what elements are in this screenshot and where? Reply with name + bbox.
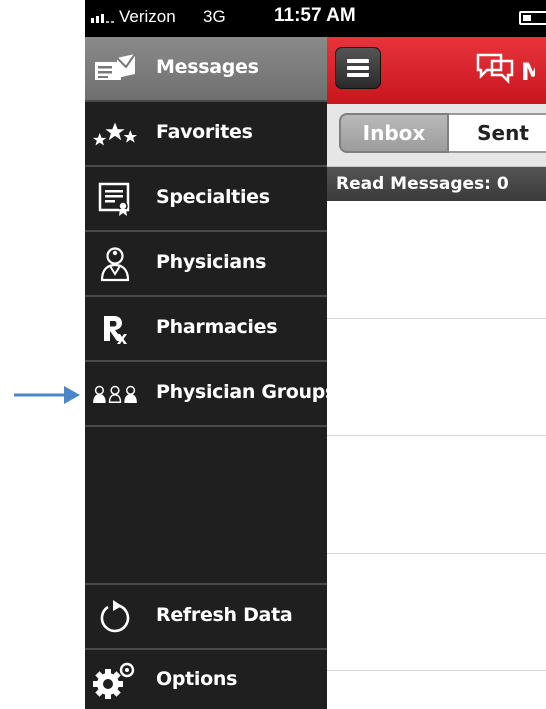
sidebar-item-label: Specialties xyxy=(156,186,270,208)
sidebar-item-pharmacies[interactable]: Pharmacies xyxy=(85,297,327,362)
sidebar-item-label: Physician Groups xyxy=(156,381,337,403)
list-divider xyxy=(327,435,546,436)
read-messages-header: Read Messages: 0 xyxy=(327,167,546,201)
read-messages-count: Read Messages: 0 xyxy=(336,174,509,194)
sidebar-item-refresh-data[interactable]: Refresh Data xyxy=(85,583,327,650)
phone-screen: Verizon 3G 11:57 AM Messages Favorites S… xyxy=(85,0,546,709)
sidebar-item-label: Options xyxy=(156,668,238,690)
sidebar-item-messages[interactable]: Messages xyxy=(85,37,327,102)
physician-icon xyxy=(93,242,137,286)
sidebar-item-label: Favorites xyxy=(156,121,253,143)
list-divider xyxy=(327,553,546,554)
sidebar-item-options[interactable]: Options xyxy=(85,649,327,709)
signal-icon xyxy=(91,9,114,23)
annotation-arrow-icon xyxy=(14,386,80,404)
navigation-bar: M xyxy=(327,37,546,104)
app-title-fragment: M xyxy=(521,58,535,86)
clock: 11:57 AM xyxy=(274,5,356,26)
tab-sent[interactable]: Sent xyxy=(449,113,546,153)
sidebar-item-label: Pharmacies xyxy=(156,316,278,338)
sidebar-item-label: Refresh Data xyxy=(156,604,293,626)
rx-icon xyxy=(93,307,137,351)
stars-icon xyxy=(93,112,137,156)
sidebar-item-specialties[interactable]: Specialties xyxy=(85,167,327,232)
gears-icon xyxy=(93,659,137,703)
chat-logo-icon: M xyxy=(475,50,545,94)
list-divider xyxy=(327,318,546,319)
sidebar-item-label: Messages xyxy=(156,56,259,78)
status-bar: Verizon 3G 11:57 AM xyxy=(85,0,546,37)
refresh-icon xyxy=(93,595,137,639)
network-label: 3G xyxy=(203,7,226,26)
list-divider xyxy=(327,670,546,671)
message-tabs: Inbox Sent xyxy=(327,104,546,167)
menu-toggle-button[interactable] xyxy=(335,47,381,89)
messages-panel: M Inbox Sent Read Messages: 0 xyxy=(327,37,546,709)
messages-icon xyxy=(93,47,137,91)
sidebar-item-physicians[interactable]: Physicians xyxy=(85,232,327,297)
carrier-label: Verizon xyxy=(119,7,176,26)
sidebar-menu: Messages Favorites Specialties Physician… xyxy=(85,37,336,709)
sidebar-item-physician-groups[interactable]: Physician Groups xyxy=(85,362,336,427)
battery-icon xyxy=(519,11,546,25)
physician-group-icon xyxy=(93,372,137,416)
certificate-icon xyxy=(93,177,137,221)
sidebar-item-label: Physicians xyxy=(156,251,267,273)
sidebar-item-favorites[interactable]: Favorites xyxy=(85,102,327,167)
tab-inbox[interactable]: Inbox xyxy=(339,113,449,153)
